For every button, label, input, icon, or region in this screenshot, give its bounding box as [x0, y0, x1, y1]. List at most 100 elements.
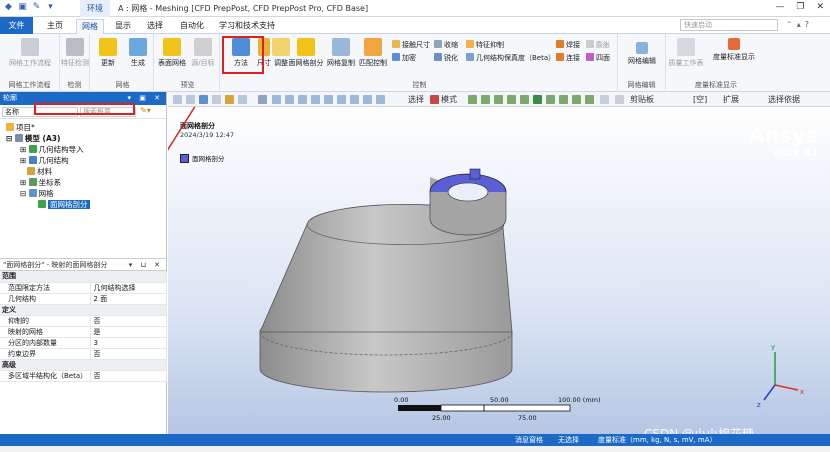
- mesh-edit-button[interactable]: 网格编辑: [622, 40, 662, 66]
- tree-node-geom-import[interactable]: ⊞ 几何结构导入: [20, 144, 84, 155]
- details-row[interactable]: 范围限定方法 几何结构选择: [0, 282, 167, 294]
- dropdown-icon[interactable]: ▴: [797, 20, 801, 29]
- tab-home[interactable]: 主页: [42, 19, 68, 34]
- details-row[interactable]: 映射的网格是: [0, 326, 167, 338]
- rotate-icon[interactable]: [199, 95, 208, 104]
- weld-button[interactable]: 焊接: [556, 40, 580, 50]
- zoom-selection-icon[interactable]: [324, 95, 333, 104]
- tree-node-coordinate-systems[interactable]: ⊞ 坐标系: [20, 177, 61, 188]
- contact-size-button[interactable]: 接触尺寸: [392, 40, 430, 50]
- tree-node-materials[interactable]: 材料: [20, 166, 52, 177]
- match-control-button[interactable]: 匹配控制: [356, 36, 390, 68]
- property-value[interactable]: 3: [90, 337, 167, 349]
- tools-icon[interactable]: ✎: [31, 2, 42, 13]
- graphics-viewport[interactable]: 面网格剖分 2024/3/19 12:47 面网格剖分 Ansys 2024 R…: [168, 107, 830, 441]
- property-value[interactable]: 是: [90, 326, 167, 338]
- tab-file[interactable]: 文件: [0, 17, 33, 34]
- property-value[interactable]: 否: [90, 348, 167, 360]
- close-icon[interactable]: ✕: [816, 2, 824, 12]
- select-element-icon[interactable]: [533, 95, 542, 104]
- model-canvas[interactable]: y x z: [168, 107, 830, 434]
- tree-node-mesh[interactable]: ⊟ 网格: [20, 188, 54, 199]
- details-row[interactable]: 约束边界否: [0, 348, 167, 360]
- workflow-button[interactable]: 网格工作流程: [8, 36, 52, 68]
- feature-detect-button[interactable]: 特征检测: [60, 36, 90, 68]
- zoom-fit-icon[interactable]: [298, 95, 307, 104]
- context-tab[interactable]: 环境: [80, 0, 110, 17]
- details-section[interactable]: 范围: [0, 271, 167, 283]
- tab-automation[interactable]: 自动化: [175, 19, 209, 34]
- pinch-button[interactable]: 膨胀: [586, 40, 610, 50]
- tree-node-model[interactable]: ⊟ 模型 (A3): [6, 133, 60, 144]
- property-value[interactable]: 否: [90, 370, 167, 382]
- view-icon[interactable]: [238, 95, 247, 104]
- generate-button[interactable]: 生成: [124, 36, 152, 68]
- minimize-icon[interactable]: —: [775, 2, 784, 12]
- save-icon[interactable]: ▣: [17, 2, 28, 13]
- quadrilateral-button[interactable]: 四面: [586, 53, 610, 63]
- zoom-all-icon[interactable]: [311, 95, 320, 104]
- property-value[interactable]: 2 面: [90, 293, 167, 305]
- panel-controls[interactable]: ▾ ⊔ ✕: [129, 259, 163, 271]
- details-row[interactable]: 多区域半结构化（Beta）否: [0, 370, 167, 382]
- select-point-icon[interactable]: [258, 95, 267, 104]
- zoom-out-icon[interactable]: [285, 95, 294, 104]
- tab-display[interactable]: 显示: [110, 19, 136, 34]
- grow-icon[interactable]: [585, 95, 594, 104]
- select-vertex-icon[interactable]: [468, 95, 477, 104]
- select-edge-icon[interactable]: [481, 95, 490, 104]
- tab-mesh[interactable]: 网格: [76, 19, 104, 34]
- select-face-icon[interactable]: [494, 95, 503, 104]
- details-section[interactable]: 高级: [0, 359, 167, 371]
- zoom-in-icon[interactable]: [272, 95, 281, 104]
- mapped-face[interactable]: [429, 168, 507, 236]
- fit-icon[interactable]: [225, 95, 234, 104]
- select-body-icon[interactable]: [507, 95, 516, 104]
- update-button[interactable]: 更新: [94, 36, 122, 68]
- tab-select[interactable]: 选择: [142, 19, 168, 34]
- messages-pane-button[interactable]: 消息窗格: [515, 435, 543, 445]
- cursor-icon[interactable]: [430, 95, 439, 104]
- adjacent-icon[interactable]: [572, 95, 581, 104]
- magnifier-icon[interactable]: [337, 95, 346, 104]
- select-by-button[interactable]: 选择依据: [768, 94, 800, 105]
- filter-icon[interactable]: ✎▾: [140, 106, 151, 115]
- select-button[interactable]: 选择: [408, 94, 424, 105]
- iso-view-icon[interactable]: [376, 95, 385, 104]
- next-view-icon[interactable]: [363, 95, 372, 104]
- expand-button[interactable]: 扩展: [723, 94, 739, 105]
- sharpen-button[interactable]: 锐化: [434, 53, 458, 63]
- previous-view-icon[interactable]: [350, 95, 359, 104]
- source-target-button[interactable]: 源/目标: [189, 36, 217, 68]
- quick-search-input[interactable]: 快速启动: [680, 19, 778, 31]
- mode-button[interactable]: 模式: [441, 94, 457, 105]
- feature-suppress-button[interactable]: 特征抑制: [466, 40, 504, 50]
- tree-node-project[interactable]: 项目*: [6, 122, 35, 133]
- units-button[interactable]: 度量标准（mm, kg, N, s, mV, mA）: [598, 435, 716, 445]
- zoom-icon[interactable]: [173, 95, 182, 104]
- extend-icon[interactable]: [559, 95, 568, 104]
- details-row[interactable]: 分区的内部数量 3: [0, 337, 167, 349]
- help-icon[interactable]: ⌃: [786, 20, 793, 29]
- property-value[interactable]: 几何结构选择: [90, 282, 167, 294]
- clipboard-button[interactable]: 剪贴板: [630, 94, 654, 105]
- metric-display-button[interactable]: 度量标准显示: [706, 36, 762, 62]
- details-row[interactable]: 几何结构 2 面: [0, 293, 167, 305]
- connect-button[interactable]: 连接: [556, 53, 580, 63]
- zoom-box-icon[interactable]: [186, 95, 195, 104]
- quality-workspace-button[interactable]: 质量工作表: [668, 36, 704, 68]
- select-node-icon[interactable]: [520, 95, 529, 104]
- tree-node-face-mesh[interactable]: 面网格剖分: [38, 199, 90, 210]
- property-value[interactable]: 否: [90, 315, 167, 327]
- details-section[interactable]: 定义: [0, 304, 167, 316]
- shrink-button[interactable]: 收缩: [434, 40, 458, 50]
- tab-learning[interactable]: 学习和技术支持: [217, 19, 277, 34]
- face-mesh-button[interactable]: 面网格剖分: [288, 36, 324, 68]
- surface-mesh-button[interactable]: 表面网格: [158, 36, 186, 68]
- dropdown-icon[interactable]: ▾: [45, 2, 56, 13]
- multi-geom-button[interactable]: 几何结构保真度（Beta）: [466, 53, 555, 63]
- clipboard-icon[interactable]: [615, 95, 624, 104]
- select-element-face-icon[interactable]: [546, 95, 555, 104]
- mesh-copy-button[interactable]: 网格复制: [324, 36, 358, 68]
- restore-icon[interactable]: ❐: [796, 2, 804, 12]
